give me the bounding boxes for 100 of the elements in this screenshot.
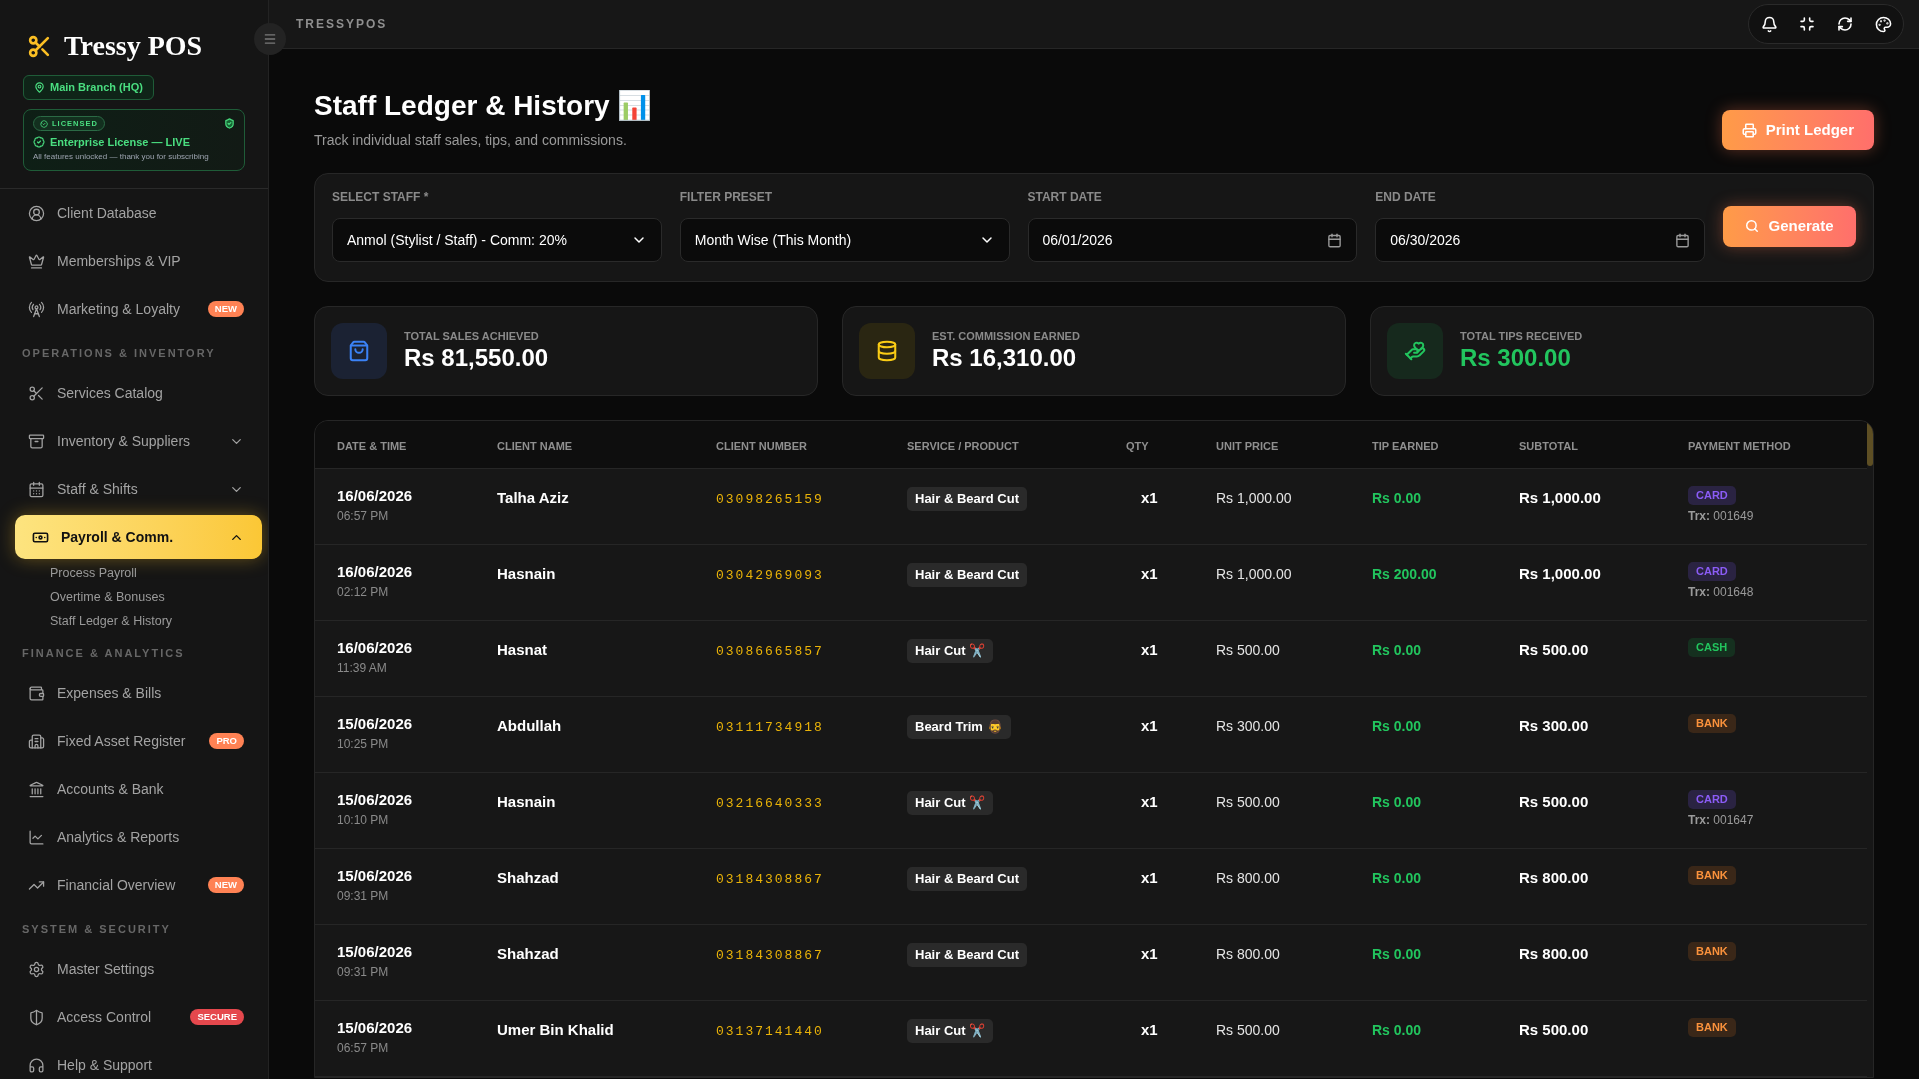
app-name: TRESSYPOS: [296, 16, 388, 33]
nav-item[interactable]: Expenses & Bills: [15, 673, 262, 713]
nav-item[interactable]: Financial Overview NEW: [15, 865, 262, 905]
bell-icon: [1760, 15, 1778, 33]
select-field[interactable]: Anmol (Stylist / Staff) - Comm: 20%: [332, 218, 662, 262]
nav-item[interactable]: Analytics & Reports: [15, 817, 262, 857]
user-circle-icon: [28, 204, 45, 222]
column-header: CLIENT NUMBER: [716, 439, 808, 452]
nav-badge: PRO: [209, 733, 244, 749]
printer-icon: [1741, 122, 1757, 138]
select-field[interactable]: Month Wise (This Month): [679, 218, 1010, 262]
stat-value: Rs 300.00: [1460, 343, 1571, 373]
nav-item[interactable]: Accounts & Bank: [15, 769, 262, 809]
nav-item[interactable]: Fixed Asset Register PRO: [15, 721, 262, 761]
phone-number: 03137141440: [716, 1024, 824, 1039]
unit-price: Rs 800.00: [1216, 870, 1280, 886]
service-tag: Beard Trim 🧔‍♂: [907, 715, 1011, 739]
phone-number: 03086665857: [716, 644, 824, 659]
tip-amount: Rs 200.00: [1372, 566, 1437, 582]
quantity-text: x1: [1141, 489, 1158, 506]
shopping-bag-icon: [331, 323, 387, 379]
unit-price: Rs 1,000.00: [1216, 490, 1292, 506]
client-name: Shahzad: [497, 945, 559, 962]
menu-icon: [263, 32, 277, 46]
date-field[interactable]: 06/01/2026: [1027, 218, 1358, 262]
line-chart-icon: [28, 828, 45, 846]
column-header: DATE & TIME: [337, 439, 407, 452]
nav-item[interactable]: Staff & Shifts: [15, 469, 262, 509]
phone-number: 03042969093: [716, 568, 824, 583]
page-title: Staff Ledger & History 📊: [314, 89, 653, 123]
nav-item[interactable]: Services Catalog: [15, 373, 262, 413]
nav-item[interactable]: Payroll & Comm.: [15, 515, 262, 559]
minimize-icon: [1799, 16, 1815, 32]
scrollbar-thumb[interactable]: [1867, 421, 1873, 466]
refresh-icon: [1837, 16, 1853, 32]
date-text: 15/06/2026: [337, 866, 413, 886]
stat-value: Rs 16,310.00: [932, 343, 1077, 373]
submenu-item[interactable]: Process Payroll: [50, 563, 137, 583]
building-icon: [28, 732, 45, 750]
nav-item[interactable]: Access Control SECURE: [15, 997, 262, 1037]
nav-item[interactable]: Marketing & Loyalty NEW: [15, 289, 262, 329]
transaction-reference: Trx: 001648: [1688, 584, 1754, 600]
payment-tag: BANK: [1688, 942, 1736, 961]
nav-badge: NEW: [207, 301, 244, 317]
calendar-icon: [1327, 232, 1343, 248]
phone-number: 03098265159: [716, 492, 824, 507]
nav-item[interactable]: Help & Support: [15, 1045, 262, 1079]
nav-item[interactable]: Inventory & Suppliers: [15, 421, 262, 461]
crown-icon: [28, 252, 45, 270]
settings-icon: [28, 960, 45, 978]
unit-price: Rs 500.00: [1216, 642, 1280, 658]
submenu-item[interactable]: Overtime & Bonuses: [50, 587, 165, 607]
nav-item[interactable]: Memberships & VIP: [15, 241, 262, 281]
date-text: 15/06/2026: [337, 942, 413, 962]
phone-number: 03184308867: [716, 872, 824, 887]
map-pin-icon: [34, 82, 45, 93]
field-label: SELECT STAFF *: [332, 190, 429, 204]
calendar-icon: [1675, 232, 1690, 248]
unit-price: Rs 1,000.00: [1216, 566, 1292, 582]
stat-label: EST. COMMISSION EARNED: [932, 329, 1080, 343]
payment-tag: CARD: [1688, 790, 1736, 809]
subtotal-amount: Rs 800.00: [1519, 945, 1589, 962]
subtotal-amount: Rs 800.00: [1519, 869, 1589, 886]
tip-amount: Rs 0.00: [1372, 642, 1422, 658]
time-text: 09:31 PM: [337, 964, 389, 980]
time-text: 09:31 PM: [337, 888, 389, 904]
quantity-text: x1: [1141, 641, 1158, 658]
coin-stack-icon: [859, 323, 915, 379]
submenu-item[interactable]: Staff Ledger & History: [50, 611, 173, 631]
headphones-icon: [28, 1056, 45, 1074]
bank-building-icon: [28, 780, 45, 798]
time-text: 06:57 PM: [337, 508, 389, 524]
shield-check-icon: [224, 118, 235, 129]
date-text: 16/06/2026: [337, 638, 413, 658]
date-text: 16/06/2026: [337, 562, 413, 582]
subtotal-amount: Rs 1,000.00: [1519, 489, 1601, 506]
client-name: Hasnain: [497, 565, 556, 582]
section-heading: SYSTEM & SECURITY: [22, 923, 171, 936]
transaction-reference: Trx: 001647: [1688, 812, 1754, 828]
date-text: 16/06/2026: [337, 486, 413, 506]
nav-item[interactable]: Master Settings: [15, 949, 262, 989]
date-text: 15/06/2026: [337, 714, 413, 734]
tip-amount: Rs 0.00: [1372, 490, 1422, 506]
field-label: FILTER PRESET: [679, 190, 773, 204]
service-tag: Hair Cut ✂: [907, 791, 994, 815]
section-heading: FINANCE & ANALYTICS: [22, 647, 185, 660]
payment-tag: CARD: [1688, 486, 1736, 505]
branch-selector[interactable]: Main Branch (HQ): [23, 75, 154, 100]
column-header: CLIENT NAME: [497, 439, 573, 452]
shield-icon: [28, 1008, 45, 1026]
nav-item[interactable]: Client Database: [15, 193, 262, 233]
subtotal-amount: Rs 500.00: [1519, 641, 1589, 658]
tip-amount: Rs 0.00: [1372, 718, 1422, 734]
quantity-text: x1: [1141, 869, 1158, 886]
field-label: START DATE: [1027, 190, 1102, 204]
phone-number: 03216640333: [716, 796, 824, 811]
time-text: 10:25 PM: [337, 736, 389, 752]
page-subtitle: Track individual staff sales, tips, and commissions.: [314, 131, 627, 150]
subtotal-amount: Rs 300.00: [1519, 717, 1589, 734]
date-field[interactable]: 06/30/2026: [1375, 218, 1705, 262]
